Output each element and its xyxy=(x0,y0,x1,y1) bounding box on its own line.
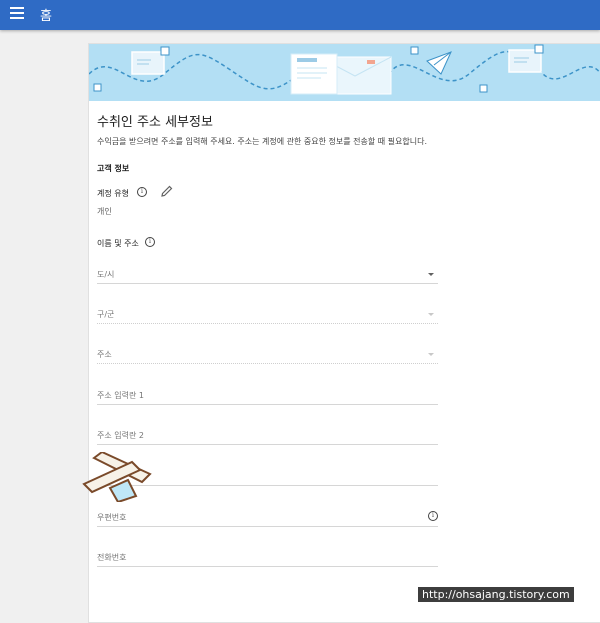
postal-code-input[interactable]: 우편번호 i xyxy=(97,508,438,527)
envelope-illustration xyxy=(89,44,600,95)
account-type-value: 개인 xyxy=(97,207,112,216)
address-select[interactable]: 주소 xyxy=(97,345,438,364)
dropdown-caret-icon xyxy=(428,313,434,316)
city-field-label: 도/시 xyxy=(97,270,115,279)
envelope-icon xyxy=(131,46,170,75)
address-line1-input[interactable]: 주소 입력란 1 xyxy=(97,386,438,405)
postal-code-label: 우편번호 xyxy=(97,513,127,522)
customer-info-heading: 고객 정보 xyxy=(97,164,130,173)
address-line1-label: 주소 입력란 1 xyxy=(97,391,144,400)
city-select[interactable]: 도/시 xyxy=(97,265,438,284)
name-address-heading: 이름 및 주소 xyxy=(97,239,139,248)
address-line2-input[interactable]: 주소 입력란 2 xyxy=(97,426,438,445)
dropdown-caret-icon xyxy=(428,353,434,356)
pencil-icon[interactable] xyxy=(160,184,174,198)
address-field-label: 주소 xyxy=(97,350,112,359)
redaction-tape-icon xyxy=(82,452,152,502)
phone-label: 전화번호 xyxy=(97,553,127,562)
page-title: 홈 xyxy=(40,9,52,24)
district-select[interactable]: 구/군 xyxy=(97,305,438,324)
address-card: 수취인 주소 세부정보 수익금을 받으려면 주소를 입력해 주세요. 주소는 계… xyxy=(88,43,600,623)
account-type-label: 계정 유형 xyxy=(97,189,129,198)
address-line2-label: 주소 입력란 2 xyxy=(97,431,144,440)
watermark-url: http://ohsajang.tistory.com xyxy=(418,587,574,602)
info-icon[interactable]: i xyxy=(428,511,438,521)
app-header: 홈 xyxy=(0,0,600,30)
menu-icon[interactable] xyxy=(10,7,24,19)
paper-plane-icon xyxy=(426,51,452,75)
info-icon[interactable]: i xyxy=(137,187,147,197)
card-description: 수익금을 받으려면 주소를 입력해 주세요. 주소는 계정에 관한 중요한 정보… xyxy=(97,137,427,146)
dropdown-caret-icon xyxy=(428,273,434,276)
phone-input[interactable]: 전화번호 xyxy=(97,548,438,567)
decorative-banner xyxy=(89,44,600,101)
card-title: 수취인 주소 세부정보 xyxy=(97,115,213,130)
info-icon[interactable]: i xyxy=(145,237,155,247)
district-field-label: 구/군 xyxy=(97,310,115,319)
